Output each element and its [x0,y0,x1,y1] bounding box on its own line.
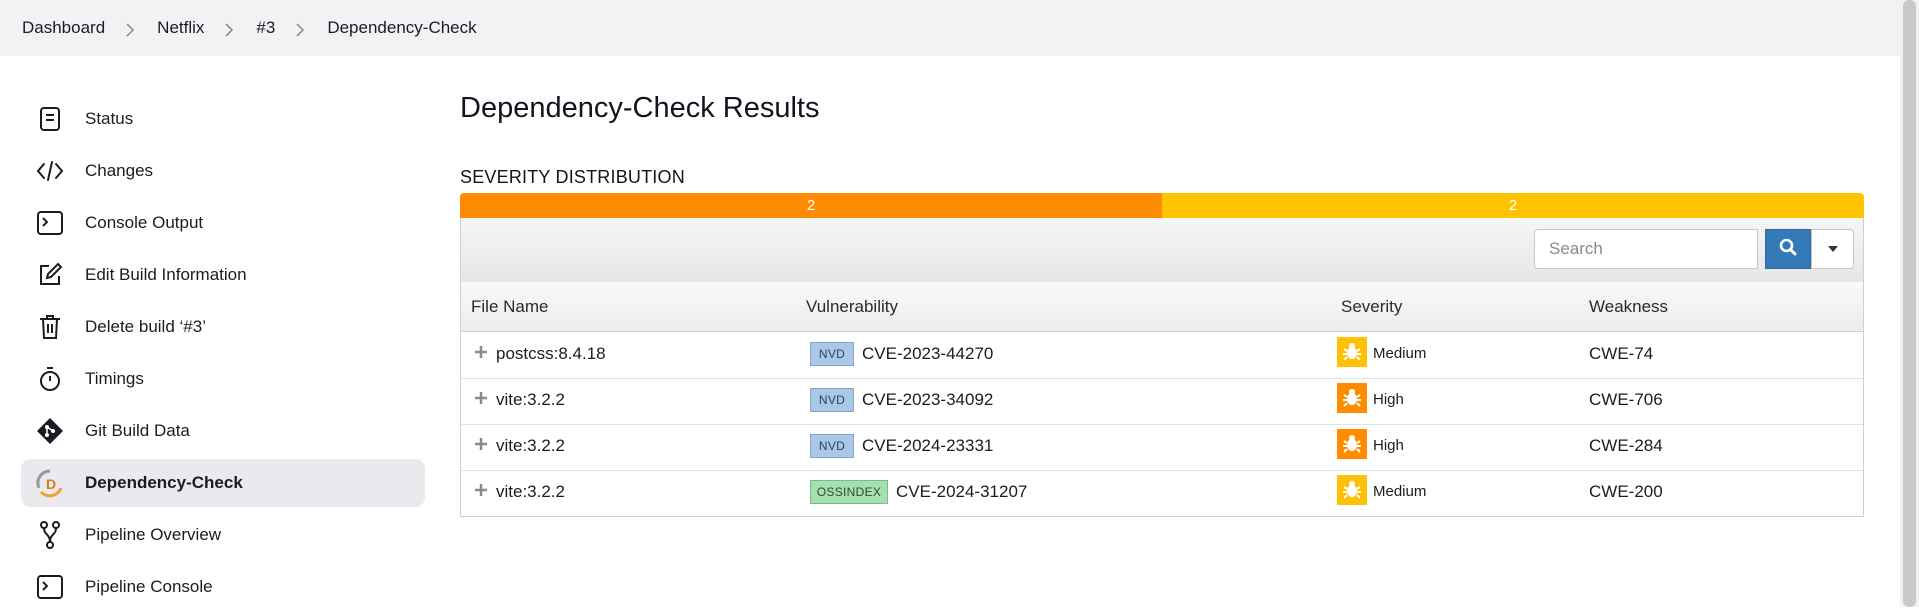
breadcrumb-build[interactable]: #3 [256,18,275,38]
column-header-file-name[interactable]: File Name [471,297,548,317]
breadcrumb: Dashboard Netflix #3 Dependency-Check [0,0,1900,56]
trash-icon [35,312,65,342]
severity-segment-high: 2 [1162,193,1864,218]
severity-segment-medium: 2 [460,193,1162,218]
search-button[interactable] [1765,229,1811,269]
pipeline-icon [35,520,65,550]
vulnerability-table: File Name Vulnerability Severity Weaknes… [460,218,1864,517]
file-name-cell: vite:3.2.2 [496,390,565,409]
chevron-right-icon [125,23,135,37]
weakness-link[interactable]: CWE-74 [1589,344,1653,364]
table-toolbar [461,218,1863,283]
sidebar-item-label: Delete build ‘#3’ [85,317,206,336]
sidebar-item-dependency-check[interactable]: D Dependency-Check [21,459,425,507]
weakness-link[interactable]: CWE-706 [1589,390,1663,410]
table-header: File Name Vulnerability Severity Weaknes… [461,282,1863,332]
severity-label: Medium [1373,483,1427,500]
table-row[interactable]: postcss:8.4.18 NVD CVE-2023-44270 Medium… [461,332,1863,379]
severity-high-icon [1337,429,1367,459]
column-header-weakness[interactable]: Weakness [1589,297,1668,317]
sidebar-item-label: Dependency-Check [85,473,243,492]
status-icon [35,104,65,134]
sidebar-item-console-output[interactable]: Console Output [21,199,425,247]
sidebar-item-label: Edit Build Information [85,265,247,284]
column-header-severity[interactable]: Severity [1341,297,1402,317]
sidebar-item-label: Console Output [85,213,204,232]
sidebar-item-pipeline-console[interactable]: Pipeline Console [21,563,425,611]
expand-row-icon[interactable] [473,390,489,406]
sidebar-item-git-build-data[interactable]: Git Build Data [21,407,425,455]
caret-down-icon [1827,240,1839,258]
source-tag-nvd: NVD [810,434,854,458]
table-row[interactable]: vite:3.2.2 NVD CVE-2023-34092 High CWE-7… [461,378,1863,425]
scrollbar-thumb[interactable] [1903,0,1916,607]
sidebar-item-edit-build-information[interactable]: Edit Build Information [21,251,425,299]
expand-row-icon[interactable] [473,436,489,452]
severity-distribution-bar: 2 2 [460,193,1864,218]
sidebar-item-pipeline-overview[interactable]: Pipeline Overview [21,511,425,559]
search-icon [1779,238,1797,261]
cve-link[interactable]: CVE-2024-31207 [896,482,1027,502]
severity-medium-icon [1337,475,1367,505]
sidebar-item-label: Git Build Data [85,421,190,440]
sidebar-item-label: Pipeline Overview [85,525,222,544]
severity-medium-icon [1337,337,1367,367]
weakness-link[interactable]: CWE-200 [1589,482,1663,502]
svg-text:D: D [46,476,56,492]
weakness-link[interactable]: CWE-284 [1589,436,1663,456]
file-name-cell: vite:3.2.2 [496,436,565,455]
column-header-vulnerability[interactable]: Vulnerability [806,297,898,317]
severity-label: High [1373,391,1404,408]
sidebar-item-timings[interactable]: Timings [21,355,425,403]
git-icon [35,416,65,446]
stopwatch-icon [35,364,65,394]
table-row[interactable]: vite:3.2.2 OSSINDEX CVE-2024-31207 Mediu… [461,470,1863,516]
sidebar-item-label: Changes [85,161,154,180]
sidebar-item-status[interactable]: Status [21,95,425,143]
cve-link[interactable]: CVE-2023-34092 [862,390,993,410]
sidebar-item-delete-build[interactable]: Delete build ‘#3’ [21,303,425,351]
severity-distribution-heading: SEVERITY DISTRIBUTION [460,167,685,187]
cve-link[interactable]: CVE-2024-23331 [862,436,993,456]
file-name-cell: vite:3.2.2 [496,482,565,501]
page-title: Dependency-Check Results [460,92,820,124]
chevron-right-icon [224,23,234,37]
breadcrumb-netflix[interactable]: Netflix [157,18,204,38]
expand-row-icon[interactable] [473,344,489,360]
severity-label: High [1373,437,1404,454]
severity-label: Medium [1373,345,1427,362]
edit-icon [35,260,65,290]
sidebar-item-changes[interactable]: Changes [21,147,425,195]
columns-dropdown-button[interactable] [1811,229,1854,269]
expand-row-icon[interactable] [473,482,489,498]
code-icon [35,156,65,186]
source-tag-nvd: NVD [810,388,854,412]
source-tag-nvd: NVD [810,342,854,366]
terminal-icon [35,572,65,602]
vertical-scrollbar[interactable] [1900,0,1919,607]
cve-link[interactable]: CVE-2023-44270 [862,344,993,364]
dependency-check-icon: D [35,468,65,498]
terminal-icon [35,208,65,238]
file-name-cell: postcss:8.4.18 [496,344,606,363]
sidebar-item-label: Pipeline Console [85,577,213,596]
search-input[interactable] [1534,229,1758,269]
breadcrumb-dashboard[interactable]: Dashboard [22,18,105,38]
table-row[interactable]: vite:3.2.2 NVD CVE-2024-23331 High CWE-2… [461,424,1863,471]
sidebar-item-label: Status [85,109,134,128]
source-tag-ossindex: OSSINDEX [810,480,888,504]
chevron-right-icon [295,23,305,37]
severity-high-icon [1337,383,1367,413]
breadcrumb-dependency-check[interactable]: Dependency-Check [327,18,476,38]
sidebar-item-label: Timings [85,369,144,388]
